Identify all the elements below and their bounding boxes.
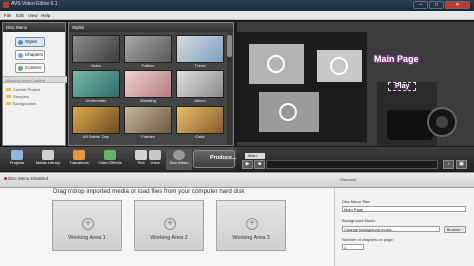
standard-label[interactable]: Standard [340, 177, 356, 182]
disc-menu-icon [173, 150, 185, 160]
styles-panel: Styles Video Pattern Travel Underwater W… [68, 22, 234, 146]
style-label-pattern: Pattern [141, 63, 155, 68]
browse-button[interactable]: Browse... [444, 226, 466, 233]
tool-transitions[interactable]: Transitions [64, 149, 94, 170]
title-input[interactable]: Main Page [342, 206, 466, 212]
produce-button[interactable]: Produce... [193, 150, 237, 168]
media-library-icon [42, 150, 54, 160]
preview-timeline[interactable] [266, 160, 438, 169]
style-label-album: Album [194, 98, 206, 103]
stop-button[interactable]: ■ [254, 160, 265, 169]
disc-menu-panel: Disc Menu Styles Chapters Content Workin… [2, 22, 67, 146]
film-strip-graphic [237, 22, 474, 146]
style-label-wedding: Wedding [140, 98, 156, 103]
style-label-travel: Travel [194, 63, 206, 68]
disc-menu-bar [0, 172, 474, 188]
tool-projects-label: Projects [9, 160, 25, 165]
working-area-2[interactable]: + Working Area 2 [134, 200, 204, 251]
maximize-button[interactable]: □ [429, 1, 444, 9]
tool-voice[interactable]: Voice [145, 149, 165, 170]
folder-samples[interactable]: Samples [6, 94, 29, 99]
tool-projects[interactable]: Projects [2, 149, 32, 170]
chapters-input[interactable]: 1 [342, 244, 364, 250]
tool-text-label: Text [137, 160, 145, 165]
working-area-3[interactable]: + Working Area 3 [216, 200, 286, 251]
close-button[interactable]: ✕ [445, 1, 470, 9]
style-label-all-saints: All Saints' Day [83, 134, 109, 139]
preview-tab-main[interactable]: Main [245, 153, 265, 159]
projects-icon [11, 150, 23, 160]
styles-header: Styles [69, 23, 233, 32]
folder-backgrounds[interactable]: Backgrounds [6, 101, 36, 106]
tool-disc-menu-label: Disc Menu [169, 160, 189, 165]
working-area-1[interactable]: + Working Area 1 [52, 200, 122, 251]
menu-bar: File Edit View Help [0, 11, 474, 20]
tool-video-effects-label: Video Effects [98, 160, 122, 165]
styles-button[interactable]: Styles [15, 37, 45, 47]
transitions-icon [73, 150, 85, 160]
tool-transitions-label: Transitions [69, 160, 89, 165]
tool-video-effects[interactable]: Video Effects [95, 149, 125, 170]
menu-file[interactable]: File [4, 13, 11, 18]
voice-icon [149, 150, 161, 160]
chapters-button-label: Chapters [25, 52, 44, 57]
chapters-icon [18, 53, 23, 58]
chapters-button[interactable]: Chapters [15, 50, 45, 60]
style-thumb-travel[interactable] [176, 35, 224, 63]
style-label-cake: Cake [195, 134, 205, 139]
tool-media-library[interactable]: Media Library [33, 149, 63, 170]
disc-menu-disabled-label[interactable]: Disc Menu Disabled [8, 176, 48, 181]
zoom-button[interactable]: ▣ [456, 160, 467, 169]
working-area-content-label: Working Area Content [3, 76, 67, 83]
title-bar: AVS Video Editor 6.1 – □ ✕ [0, 0, 474, 11]
style-thumb-underwater[interactable] [72, 70, 120, 98]
video-effects-icon [104, 150, 116, 160]
folder-current-project[interactable]: Current Project [6, 87, 40, 92]
play-button[interactable]: ▶ [242, 160, 253, 169]
window-title: AVS Video Editor 6.1 [11, 1, 58, 7]
preview-main-page-title[interactable]: Main Page [374, 54, 419, 64]
working-area-1-label: Working Area 1 [68, 235, 106, 241]
style-thumb-album[interactable] [176, 70, 224, 98]
content-button-label: Content [25, 65, 41, 70]
preview-area [237, 22, 474, 146]
app-logo-icon [3, 2, 9, 8]
style-label-frames: Frames [141, 134, 155, 139]
style-label-video: Video [90, 63, 102, 68]
style-label-underwater: Underwater [85, 98, 107, 103]
working-area-2-label: Working Area 2 [150, 235, 188, 241]
style-thumb-all-saints[interactable] [72, 106, 120, 134]
style-thumb-wedding[interactable] [124, 70, 172, 98]
style-thumb-pattern[interactable] [124, 35, 172, 63]
menu-edit[interactable]: Edit [16, 13, 24, 18]
add-icon: + [82, 218, 94, 230]
chapters-label: Number of chapters on page: [342, 237, 394, 242]
preview-play-button[interactable]: Play [388, 82, 417, 91]
tool-voice-label: Voice [150, 160, 160, 165]
volume-button[interactable]: ♪ [443, 160, 454, 169]
app-window: AVS Video Editor 6.1 – □ ✕ File Edit Vie… [0, 0, 474, 266]
style-thumb-cake[interactable] [176, 106, 224, 134]
menu-view[interactable]: View [28, 13, 38, 18]
tool-media-library-label: Media Library [35, 160, 61, 165]
title-label: Disc Menu Title: [342, 199, 371, 204]
content-button[interactable]: Content [15, 63, 45, 73]
minimize-button[interactable]: – [413, 1, 428, 9]
working-area-3-label: Working Area 3 [232, 235, 270, 241]
styles-button-label: Styles [25, 39, 38, 44]
disc-menu-header: Disc Menu [3, 23, 65, 32]
disabled-status-icon [4, 177, 7, 180]
style-thumb-video[interactable] [72, 35, 120, 63]
menu-help[interactable]: Help [41, 13, 50, 18]
drag-drop-hint: Drag'n'drop imported media or load files… [53, 188, 245, 195]
add-icon: + [164, 218, 176, 230]
styles-scrollbar-thumb[interactable] [227, 35, 232, 57]
music-label: Background Music: [342, 218, 377, 223]
add-icon: + [246, 218, 258, 230]
style-thumb-frames[interactable] [124, 106, 172, 134]
tool-disc-menu[interactable]: Disc Menu [166, 149, 192, 170]
content-icon [18, 66, 23, 71]
music-input[interactable]: Change background music ... [342, 226, 440, 232]
styles-icon [18, 40, 23, 45]
